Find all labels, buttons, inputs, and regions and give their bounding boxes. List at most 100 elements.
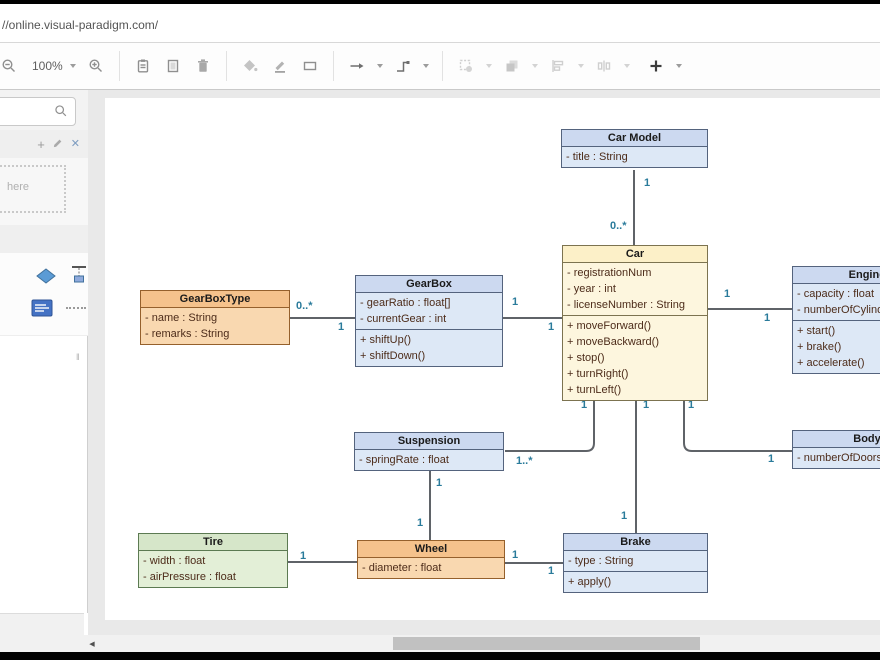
class-car[interactable]: Car - registrationNum- year : int- licens… [562, 245, 708, 401]
dropzone-text: here [7, 181, 29, 193]
class-tire[interactable]: Tire - width : float- airPressure : float [138, 533, 288, 588]
toolbar-separator [442, 51, 443, 81]
class-attribute: - capacity : float [793, 286, 880, 302]
class-operation: + turnRight() [563, 366, 707, 382]
class-engine[interactable]: Engine - capacity : float- numberOfCylind… [792, 266, 880, 374]
zoom-in-icon[interactable] [87, 57, 105, 75]
class-attribute: - width : float [139, 553, 287, 569]
scrollbar-thumb[interactable] [393, 637, 700, 650]
add-shape-caret-icon[interactable] [676, 64, 682, 68]
toolbar-separator [333, 51, 334, 81]
class-gearboxtype[interactable]: GearBoxType - name : String- remarks : St… [140, 290, 290, 345]
collapsed-panel-strip[interactable] [0, 225, 88, 254]
class-brake[interactable]: Brake - type : String + apply() [563, 533, 708, 593]
class-car-model[interactable]: Car Model - title : String [561, 129, 708, 168]
panel-header: + ✕ [0, 130, 88, 158]
class-wheel[interactable]: Wheel - diameter : float [357, 540, 505, 579]
class-title: GearBoxType [141, 291, 289, 308]
class-attribute: - numberOfDoors : int [793, 450, 880, 466]
delete-icon[interactable] [194, 57, 212, 75]
align-caret-icon [578, 64, 584, 68]
class-operation: + shiftUp() [356, 332, 502, 348]
class-operation: + moveBackward() [563, 334, 707, 350]
url-text[interactable]: //online.visual-paradigm.com/ [2, 18, 158, 32]
class-gearbox[interactable]: GearBox - gearRatio : float[]- currentGea… [355, 275, 503, 367]
class-title: Body [793, 431, 880, 448]
close-icon[interactable]: ✕ [71, 138, 80, 151]
connector-style-caret-icon[interactable] [423, 64, 429, 68]
bring-forward-icon [503, 57, 521, 75]
add-shape-icon[interactable] [647, 57, 665, 75]
class-body[interactable]: Body - numberOfDoors : int [792, 430, 880, 469]
class-title: Tire [139, 534, 287, 551]
class-attribute: - currentGear : int [356, 311, 502, 327]
class-title: Suspension [355, 433, 503, 450]
search-input[interactable] [0, 97, 76, 126]
zoom-level[interactable]: 100% [32, 59, 63, 73]
class-attribute: - airPressure : float [139, 569, 287, 585]
class-title: Car Model [562, 130, 707, 147]
connector-style-icon[interactable] [394, 57, 412, 75]
shape-panel-sidebar: + ✕ here ‖ [0, 90, 88, 613]
add-icon[interactable]: + [37, 138, 45, 151]
class-title: Car [563, 246, 707, 263]
decision-diamond-shape[interactable] [36, 268, 56, 289]
class-operation: + brake() [793, 339, 880, 355]
class-attribute: - name : String [141, 310, 289, 326]
class-attribute: - licenseNumber : String [563, 297, 707, 313]
arrow-style-icon[interactable] [348, 57, 366, 75]
dropzone-area: here [0, 158, 88, 226]
search-icon [54, 104, 68, 118]
distribute-caret-icon [624, 64, 630, 68]
zoom-out-icon[interactable] [0, 57, 18, 75]
class-title: Wheel [358, 541, 504, 558]
class-attribute: - springRate : float [355, 452, 503, 468]
marquee-select-icon [457, 57, 475, 75]
toolbar: 100% [0, 43, 880, 90]
class-title: Engine [793, 267, 880, 284]
shape-style-icon[interactable] [301, 57, 319, 75]
class-attribute: - registrationNum [563, 265, 707, 281]
marquee-caret-icon [486, 64, 492, 68]
note-shape[interactable] [31, 299, 53, 322]
shape-palette [0, 253, 88, 336]
paste-icon[interactable] [134, 57, 152, 75]
toolbar-separator [226, 51, 227, 81]
class-operation: + shiftDown() [356, 348, 502, 364]
zoom-caret-icon[interactable] [70, 64, 76, 68]
search-area [0, 90, 88, 131]
class-operation: + accelerate() [793, 355, 880, 371]
class-attribute: - title : String [562, 149, 707, 165]
distribute-icon [595, 57, 613, 75]
line-color-icon[interactable] [271, 57, 289, 75]
bring-forward-caret-icon [532, 64, 538, 68]
panel-resize-grip[interactable]: ‖ [76, 352, 80, 362]
class-operation: + stop() [563, 350, 707, 366]
copy-icon[interactable] [164, 57, 182, 75]
class-title: Brake [564, 534, 707, 551]
dashed-line-shape[interactable] [66, 307, 86, 309]
class-operation: + start() [793, 323, 880, 339]
arrow-style-caret-icon[interactable] [377, 64, 383, 68]
class-title: GearBox [356, 276, 502, 293]
bottom-black-bar [0, 652, 880, 660]
class-suspension[interactable]: Suspension - springRate : float [354, 432, 504, 471]
align-icon [549, 57, 567, 75]
edit-icon[interactable] [52, 137, 64, 151]
horizontal-scrollbar[interactable]: ◀ [84, 635, 880, 652]
fill-color-icon[interactable] [241, 57, 259, 75]
class-attribute: - remarks : String [141, 326, 289, 342]
class-attribute: - gearRatio : float[] [356, 295, 502, 311]
toolbar-separator [119, 51, 120, 81]
scroll-left-arrow-icon[interactable]: ◀ [84, 635, 100, 652]
class-attribute: - numberOfCylinders : int [793, 302, 880, 318]
class-operation: + turnLeft() [563, 382, 707, 398]
sidebar-bottom-strip [0, 613, 84, 652]
class-attribute: - diameter : float [358, 560, 504, 576]
class-attribute: - type : String [564, 553, 707, 569]
browser-address-bar[interactable]: //online.visual-paradigm.com/ [0, 4, 880, 43]
shape-dropzone[interactable]: here [0, 165, 66, 213]
class-operation: + apply() [564, 574, 707, 590]
class-attribute: - year : int [563, 281, 707, 297]
terminator-shape[interactable] [70, 265, 88, 290]
